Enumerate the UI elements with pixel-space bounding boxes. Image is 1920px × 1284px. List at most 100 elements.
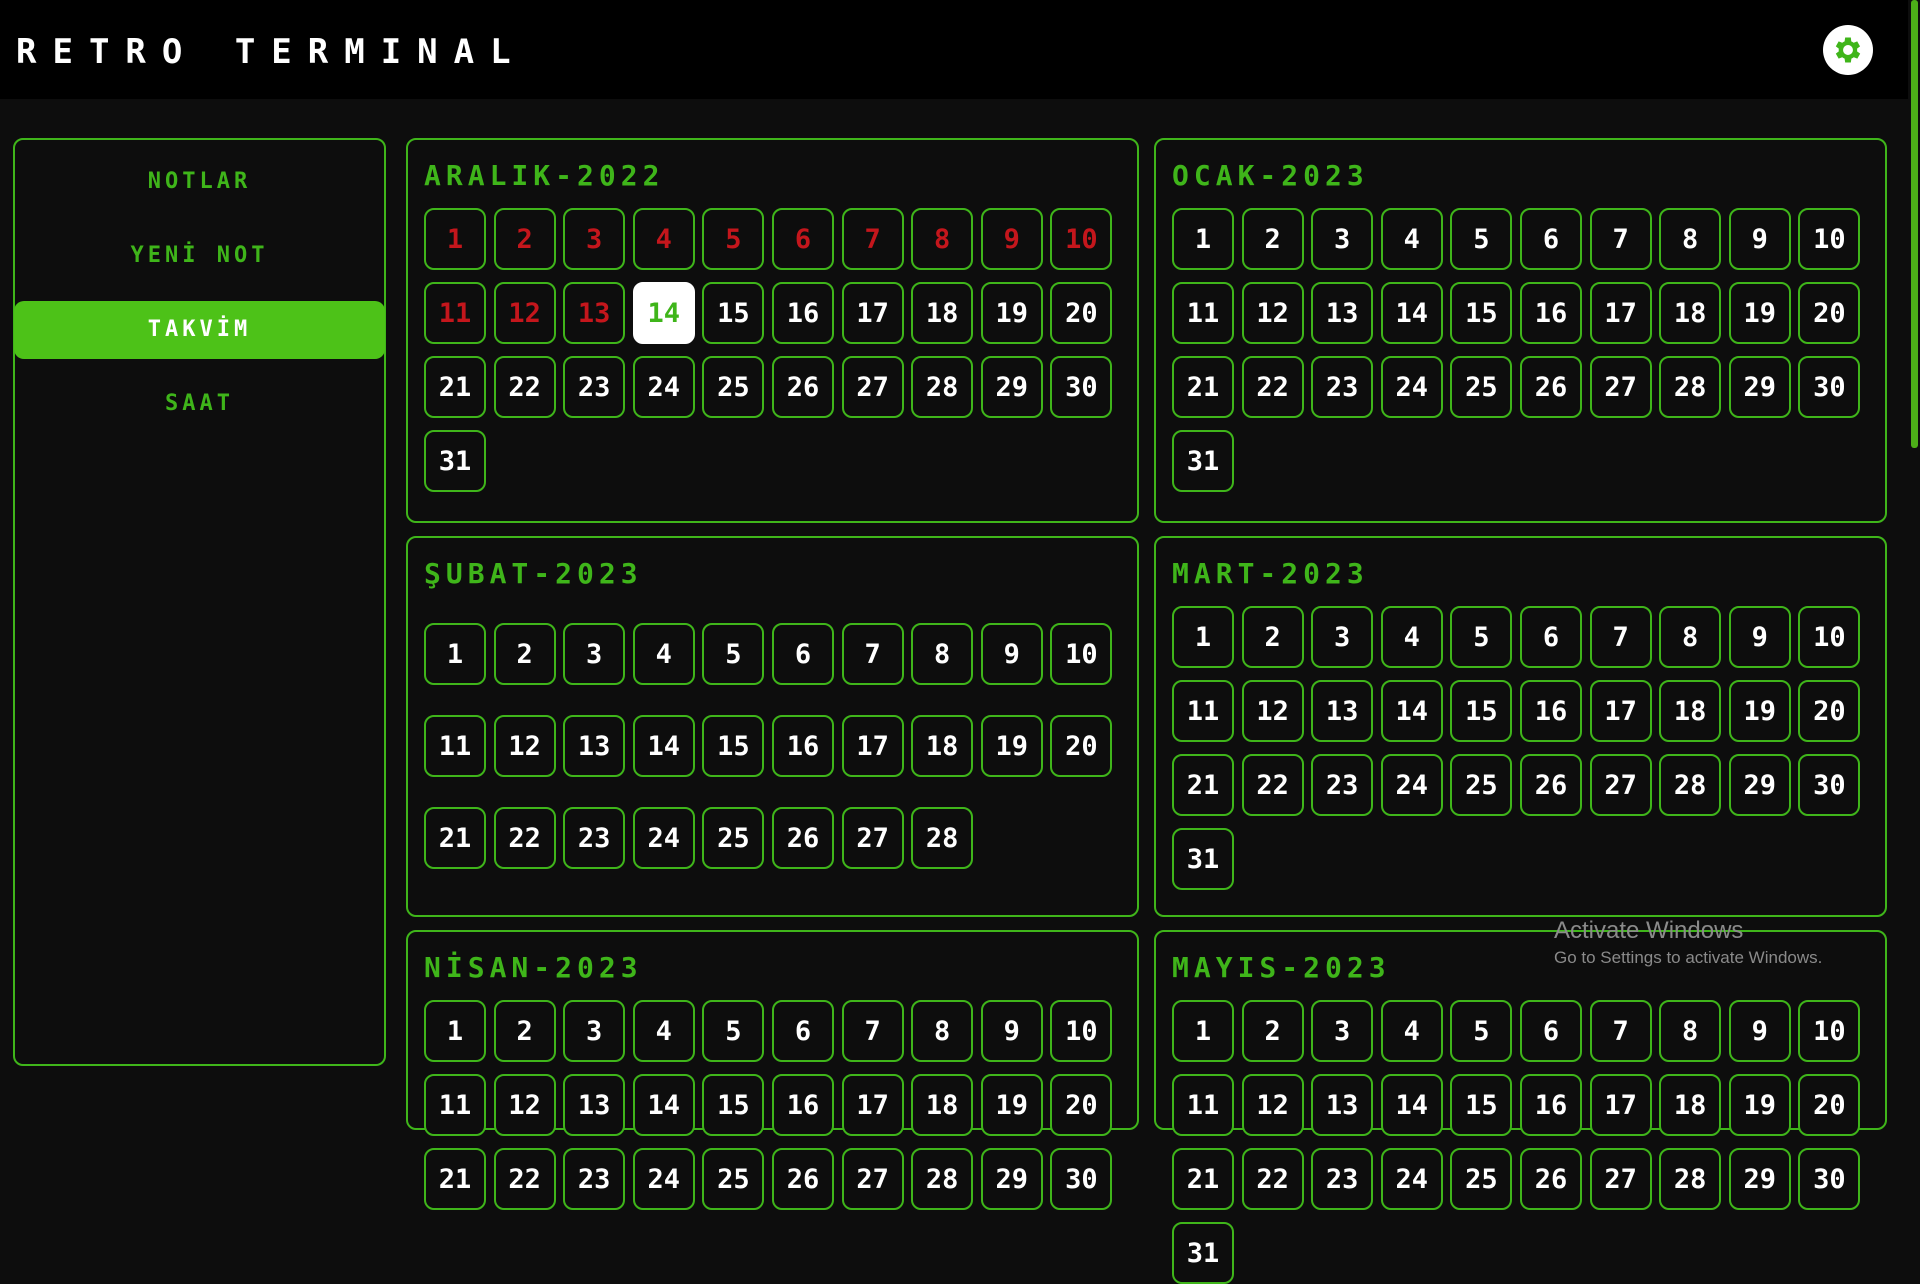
calendar-day[interactable]: 13: [1311, 680, 1374, 742]
calendar-day[interactable]: 10: [1798, 1000, 1861, 1062]
calendar-day[interactable]: 4: [1380, 1000, 1443, 1062]
calendar-day[interactable]: 30: [1798, 754, 1861, 816]
calendar-day[interactable]: 1: [1172, 1000, 1234, 1062]
calendar-day[interactable]: 14: [1380, 680, 1443, 742]
calendar-day[interactable]: 1: [424, 1000, 486, 1062]
settings-button[interactable]: [1823, 25, 1873, 75]
calendar-day[interactable]: 12: [1241, 1074, 1304, 1136]
calendar-day[interactable]: 20: [1798, 1074, 1861, 1136]
calendar-day[interactable]: 7: [1589, 606, 1652, 668]
calendar-day[interactable]: 25: [1450, 754, 1513, 816]
calendar-day[interactable]: 9: [1728, 208, 1791, 270]
calendar-day[interactable]: 3: [1311, 606, 1374, 668]
calendar-day[interactable]: 22: [1241, 754, 1304, 816]
calendar-day[interactable]: 11: [424, 715, 486, 777]
calendar-day[interactable]: 26: [1520, 1148, 1582, 1210]
calendar-day[interactable]: 12: [1241, 680, 1304, 742]
calendar-day[interactable]: 22: [1241, 356, 1304, 418]
calendar-day[interactable]: 20: [1050, 282, 1113, 344]
calendar-day[interactable]: 2: [1241, 208, 1304, 270]
calendar-day[interactable]: 31: [1172, 1222, 1234, 1284]
calendar-day[interactable]: 31: [424, 430, 486, 492]
calendar-day[interactable]: 21: [1172, 1148, 1234, 1210]
calendar-day[interactable]: 6: [772, 1000, 834, 1062]
calendar-day[interactable]: 23: [563, 356, 626, 418]
calendar-day[interactable]: 15: [1450, 282, 1513, 344]
calendar-day[interactable]: 30: [1050, 1148, 1113, 1210]
calendar-day[interactable]: 20: [1050, 1074, 1113, 1136]
calendar-day[interactable]: 13: [563, 1074, 626, 1136]
calendar-day[interactable]: 25: [702, 356, 765, 418]
page-scrollbar[interactable]: [1908, 0, 1920, 1080]
calendar-day[interactable]: 5: [702, 1000, 765, 1062]
calendar-day[interactable]: 21: [1172, 754, 1234, 816]
calendar-day[interactable]: 10: [1798, 606, 1861, 668]
calendar-day[interactable]: 30: [1798, 1148, 1861, 1210]
calendar-day[interactable]: 18: [911, 715, 974, 777]
calendar-day[interactable]: 17: [1589, 680, 1652, 742]
calendar-day[interactable]: 19: [980, 1074, 1043, 1136]
calendar-day[interactable]: 3: [1311, 1000, 1374, 1062]
calendar-day[interactable]: 16: [1520, 282, 1582, 344]
calendar-day[interactable]: 4: [632, 1000, 695, 1062]
calendar-day[interactable]: 5: [1450, 208, 1513, 270]
calendar-day[interactable]: 23: [1311, 754, 1374, 816]
calendar-day[interactable]: 27: [1589, 1148, 1652, 1210]
calendar-day[interactable]: 7: [841, 623, 904, 685]
calendar-day[interactable]: 2: [1241, 1000, 1304, 1062]
calendar-day[interactable]: 9: [980, 1000, 1043, 1062]
calendar-day[interactable]: 19: [1728, 282, 1791, 344]
calendar-day[interactable]: 20: [1798, 282, 1861, 344]
calendar-day[interactable]: 29: [1728, 1148, 1791, 1210]
calendar-day[interactable]: 12: [493, 282, 556, 344]
calendar-day[interactable]: 16: [1520, 680, 1582, 742]
calendar-day[interactable]: 22: [493, 807, 556, 869]
calendar-day[interactable]: 20: [1798, 680, 1861, 742]
calendar-day[interactable]: 6: [772, 623, 834, 685]
calendar-day[interactable]: 13: [563, 282, 626, 344]
calendar-day[interactable]: 21: [424, 1148, 486, 1210]
calendar-day[interactable]: 17: [841, 715, 904, 777]
calendar-day[interactable]: 25: [702, 807, 765, 869]
calendar-day[interactable]: 24: [632, 356, 695, 418]
calendar-day[interactable]: 8: [911, 208, 974, 270]
calendar-day[interactable]: 26: [772, 356, 834, 418]
calendar-day[interactable]: 5: [1450, 1000, 1513, 1062]
calendar-day[interactable]: 10: [1798, 208, 1861, 270]
calendar-day[interactable]: 27: [841, 807, 904, 869]
calendar-day[interactable]: 10: [1050, 623, 1113, 685]
calendar-day[interactable]: 24: [632, 1148, 695, 1210]
calendar-day[interactable]: 17: [841, 1074, 904, 1136]
calendar-day[interactable]: 18: [911, 282, 974, 344]
calendar-day[interactable]: 23: [563, 1148, 626, 1210]
calendar-day[interactable]: 26: [772, 807, 834, 869]
calendar-day[interactable]: 27: [841, 356, 904, 418]
calendar-day[interactable]: 4: [632, 208, 695, 270]
calendar-day[interactable]: 8: [1659, 208, 1722, 270]
calendar-day[interactable]: 27: [841, 1148, 904, 1210]
calendar-day[interactable]: 7: [1589, 1000, 1652, 1062]
calendar-day[interactable]: 28: [1659, 356, 1722, 418]
calendar-day[interactable]: 6: [1520, 606, 1582, 668]
calendar-day[interactable]: 23: [563, 807, 626, 869]
calendar-day[interactable]: 5: [702, 623, 765, 685]
calendar-day[interactable]: 26: [1520, 356, 1582, 418]
calendar-day[interactable]: 28: [911, 356, 974, 418]
calendar-day[interactable]: 19: [1728, 680, 1791, 742]
calendar-day[interactable]: 4: [1380, 208, 1443, 270]
calendar-day[interactable]: 28: [1659, 1148, 1722, 1210]
calendar-day[interactable]: 16: [772, 1074, 834, 1136]
calendar-day[interactable]: 10: [1050, 208, 1113, 270]
calendar-day[interactable]: 12: [493, 1074, 556, 1136]
calendar-day[interactable]: 16: [772, 715, 834, 777]
calendar-day[interactable]: 4: [632, 623, 695, 685]
calendar-day[interactable]: 17: [1589, 1074, 1652, 1136]
calendar-day[interactable]: 12: [1241, 282, 1304, 344]
calendar-day[interactable]: 10: [1050, 1000, 1113, 1062]
calendar-day[interactable]: 5: [702, 208, 765, 270]
calendar-day[interactable]: 2: [493, 1000, 556, 1062]
calendar-day[interactable]: 18: [1659, 282, 1722, 344]
calendar-day[interactable]: 7: [841, 1000, 904, 1062]
calendar-day[interactable]: 15: [702, 715, 765, 777]
calendar-day[interactable]: 2: [493, 208, 556, 270]
